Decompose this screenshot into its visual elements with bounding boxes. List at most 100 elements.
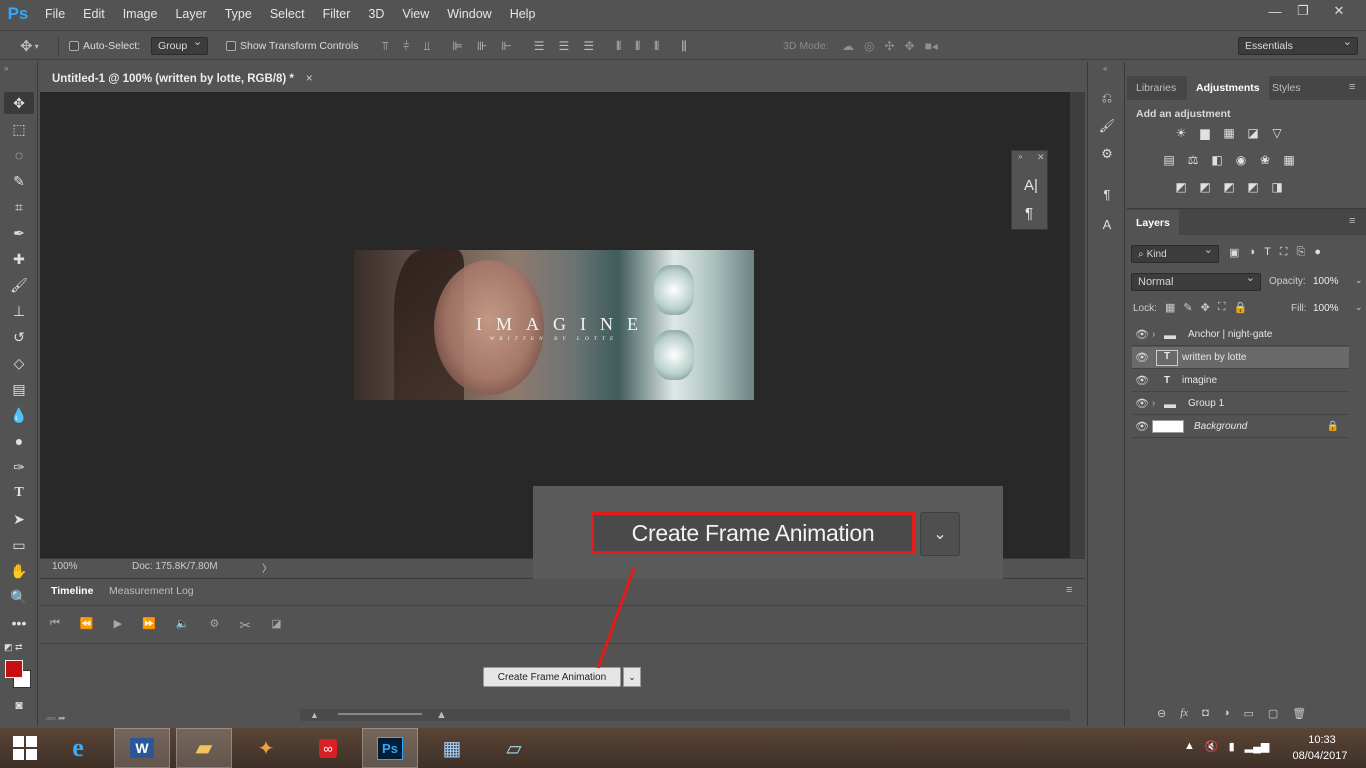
panel-menu-icon[interactable]: ≡ [1066,584,1072,596]
3d-slide-icon[interactable]: ✥ [905,39,915,53]
layer-row[interactable]: 👁 T imagine [1132,370,1349,392]
default-colors-icon[interactable]: ◩ ⇄ [4,642,23,653]
vertical-scrollbar[interactable] [1070,92,1085,558]
distribute-right-icon[interactable]: ⫴ [654,39,659,54]
callout-chevron-down-icon[interactable]: ⌄ [920,512,960,556]
minimize-button[interactable]: — [1260,0,1290,22]
distribute-top-icon[interactable]: ☰ [534,39,545,53]
distribute-hcenter-icon[interactable]: ⫴ [635,39,640,54]
callout-create-frame-animation-button[interactable]: Create Frame Animation [591,512,915,554]
marquee-tool-icon[interactable]: ⬚ [4,118,34,140]
taskbar-creative-cloud[interactable]: ∞ [300,728,356,768]
fill-value[interactable]: 100% [1313,303,1339,314]
align-left-icon[interactable]: ⊫ [452,39,462,53]
tab-timeline[interactable]: Timeline [42,579,102,603]
tab-measurement-log[interactable]: Measurement Log [100,579,203,603]
tab-styles[interactable]: Styles [1263,76,1310,100]
document-image[interactable]: IMAGINE WRITTEN BY LOTTE [354,250,754,400]
first-frame-icon[interactable]: ⏮ [50,617,60,634]
more-tools-icon[interactable]: ••• [4,612,34,634]
zoom-slider[interactable] [338,713,422,715]
taskbar-file-explorer[interactable]: ▰ [176,728,232,768]
pen-tool-icon[interactable]: ✑ [4,456,34,478]
menu-type[interactable]: Type [216,0,261,28]
menu-image[interactable]: Image [114,0,167,28]
layer-row[interactable]: 👁 › ▬ Anchor | night-gate [1132,324,1349,346]
new-layer-icon[interactable]: ▢ [1268,707,1278,720]
restore-button[interactable]: ❐ [1288,0,1318,22]
battery-icon[interactable]: ▮ [1229,740,1235,753]
path-select-tool-icon[interactable]: ➤ [4,508,34,530]
quick-select-tool-icon[interactable]: ✎ [4,170,34,192]
network-icon[interactable]: ▂▄▆ [1245,740,1270,753]
properties-panel-icon[interactable]: ⚙ [1096,144,1118,164]
taskbar-internet-explorer[interactable]: e [50,728,106,768]
expand-chevron-icon[interactable]: › [1152,329,1164,340]
opacity-value[interactable]: 100% [1313,276,1339,287]
character-icon[interactable]: A| [1024,177,1038,194]
channel-mixer-icon[interactable]: ❀ [1257,153,1273,167]
visibility-eye-icon[interactable]: 👁 [1132,420,1152,433]
gradient-map-icon[interactable]: ◨ [1269,180,1285,194]
timeline-scrollbar[interactable] [300,709,1070,721]
brightness-icon[interactable]: ☀ [1173,126,1189,140]
history-brush-tool-icon[interactable]: ↺ [4,326,34,348]
audio-icon[interactable]: 🔈 [176,617,190,634]
color-balance-icon[interactable]: ⚖ [1185,153,1201,167]
crop-tool-icon[interactable]: ⌗ [4,196,34,218]
hue-saturation-icon[interactable]: ▤ [1161,153,1177,167]
kind-filter-dropdown[interactable]: ⌕ Kind [1131,243,1219,263]
zoom-level[interactable]: 100% [52,561,78,572]
eraser-tool-icon[interactable]: ◇ [4,352,34,374]
dock-collapse-icon[interactable]: « [1103,64,1107,73]
distribute-bottom-icon[interactable]: ☰ [583,39,594,53]
photo-filter-icon[interactable]: ◉ [1233,153,1249,167]
volume-muted-icon[interactable]: 🔇 [1205,740,1219,753]
lock-position-icon[interactable]: ✥ [1201,301,1210,314]
clone-stamp-tool-icon[interactable]: ⊥ [4,300,34,322]
foreground-color-swatch[interactable] [5,660,23,678]
prev-frame-icon[interactable]: ⏪ [80,617,94,634]
align-hcenter-icon[interactable]: ⊪ [477,39,487,53]
color-lookup-icon[interactable]: ▦ [1281,153,1297,167]
taskbar-time[interactable]: 10:33 [1300,734,1344,746]
black-white-icon[interactable]: ◧ [1209,153,1225,167]
menu-layer[interactable]: Layer [166,0,215,28]
3d-scale-icon[interactable]: ■◂ [925,39,938,53]
add-mask-icon[interactable]: ◘ [1202,707,1209,720]
lock-transparency-icon[interactable]: ▦ [1165,301,1175,314]
eyedropper-tool-icon[interactable]: ✒ [4,222,34,244]
delete-layer-icon[interactable]: 🗑 [1292,707,1306,720]
close-tab-icon[interactable]: × [306,73,313,85]
start-button[interactable] [0,728,50,768]
hand-tool-icon[interactable]: ✋ [4,560,34,582]
convert-frames-icon[interactable]: ▫▫▫ ➦ [46,713,66,724]
zoom-in-icon[interactable]: ▲ [436,709,447,721]
distribute-left-icon[interactable]: ⫴ [616,39,621,54]
lock-all-icon[interactable]: 🔒 [1234,301,1248,314]
align-top-icon[interactable]: ⫪ [382,39,389,54]
tab-libraries[interactable]: Libraries [1127,76,1185,100]
document-tab[interactable]: Untitled-1 @ 100% (written by lotte, RGB… [42,66,314,92]
collapse-icon[interactable]: » [4,64,8,73]
align-bottom-icon[interactable]: ⫫ [424,39,431,54]
lock-artboard-icon[interactable]: ⛶ [1218,301,1226,314]
type-filter-icon[interactable]: T [1264,246,1271,259]
history-panel-icon[interactable]: ⎌ [1096,88,1118,108]
adjustment-filter-icon[interactable]: ◑ [1248,246,1255,259]
blur-tool-icon[interactable]: 💧 [4,404,34,426]
distribute-vcenter-icon[interactable]: ☰ [559,39,570,53]
layer-row[interactable]: 👁 Background 🔒 [1132,416,1349,438]
tab-adjustments[interactable]: Adjustments [1187,76,1269,100]
layer-row[interactable]: 👁 › ▬ Group 1 [1132,393,1349,415]
paragraph-panel-icon[interactable]: ¶ [1096,184,1118,204]
visibility-eye-icon[interactable]: 👁 [1132,397,1152,410]
exposure-icon[interactable]: ◪ [1245,126,1261,140]
menu-view[interactable]: View [393,0,438,28]
new-adjustment-icon[interactable]: ◑ [1223,707,1230,720]
panel-menu-icon[interactable]: ≡ [1349,215,1355,227]
levels-icon[interactable]: ▆ [1197,126,1213,140]
taskbar-date[interactable]: 08/04/2017 [1288,750,1352,762]
type-tool-icon[interactable]: T [4,482,34,504]
tab-layers[interactable]: Layers [1127,210,1179,236]
